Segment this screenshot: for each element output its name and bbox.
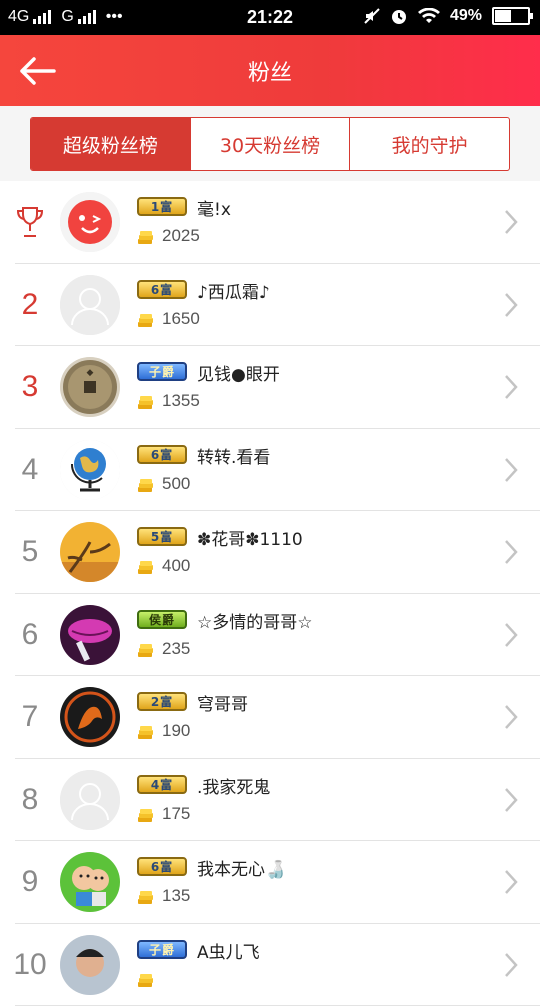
coin-icon xyxy=(137,807,155,823)
coin-icon xyxy=(137,889,155,905)
level-badge: 4富 xyxy=(137,775,187,794)
alarm-icon xyxy=(390,7,408,25)
wifi-icon xyxy=(418,8,440,24)
level-badge: 6富 xyxy=(137,280,187,299)
chevron-right-icon xyxy=(504,539,518,565)
chevron-right-icon xyxy=(504,869,518,895)
fan-name: A虫儿飞 xyxy=(197,938,260,963)
fan-score: 235 xyxy=(162,639,190,659)
fan-row[interactable]: 72富穹哥哥190 xyxy=(15,676,540,759)
svg-text:◆: ◆ xyxy=(87,368,94,378)
rank: 5 xyxy=(0,511,60,593)
fan-score: 1650 xyxy=(162,309,200,329)
coin-icon xyxy=(137,972,155,988)
battery-icon xyxy=(492,7,530,25)
fan-row[interactable]: 6侯爵☆多情的哥哥☆235 xyxy=(15,594,540,677)
coin-icon xyxy=(137,477,155,493)
fan-name: 毫!x xyxy=(197,195,231,220)
coin-icon xyxy=(137,394,155,410)
tab-super-fans[interactable]: 超级粉丝榜 xyxy=(31,118,190,170)
battery-percent: 49% xyxy=(450,7,482,25)
fan-name: 我本无心🍶 xyxy=(197,855,286,880)
fan-row[interactable]: 96富我本无心🍶135 xyxy=(15,841,540,924)
avatar[interactable] xyxy=(60,935,120,995)
status-right: 49% xyxy=(364,7,530,25)
fan-score: 500 xyxy=(162,474,190,494)
chevron-right-icon xyxy=(504,704,518,730)
chevron-right-icon xyxy=(504,292,518,318)
fan-name: 穹哥哥 xyxy=(197,690,248,715)
avatar[interactable] xyxy=(60,852,120,912)
tab-bar: 超级粉丝榜 30天粉丝榜 我的守护 xyxy=(0,106,540,181)
level-badge: 6富 xyxy=(137,857,187,876)
fan-score: 2025 xyxy=(162,226,200,246)
rank: 10 xyxy=(0,924,60,1006)
level-badge: 子爵 xyxy=(137,940,187,959)
coin-icon xyxy=(137,229,155,245)
tab-30-day-fans[interactable]: 30天粉丝榜 xyxy=(190,118,350,170)
status-bar: 4G G ••• 21:22 49% xyxy=(0,0,540,35)
fan-score: 175 xyxy=(162,804,190,824)
chevron-right-icon xyxy=(504,209,518,235)
rank: 8 xyxy=(0,759,60,841)
fan-name: ✽花哥✽1110 xyxy=(197,525,303,550)
rank: 9 xyxy=(0,841,60,923)
fan-name: 见钱●眼开 xyxy=(197,360,280,385)
rank: 6 xyxy=(0,594,60,676)
level-badge: 侯爵 xyxy=(137,610,187,629)
mute-icon xyxy=(364,8,380,24)
rank: 7 xyxy=(0,676,60,758)
avatar[interactable] xyxy=(60,522,120,582)
coin-icon xyxy=(137,724,155,740)
avatar[interactable] xyxy=(60,687,120,747)
rank: 3 xyxy=(0,346,60,428)
chevron-right-icon xyxy=(504,457,518,483)
avatar[interactable] xyxy=(60,605,120,665)
fan-list: 1富毫!x202526富♪西瓜霜♪16503◆子爵见钱●眼开135546富转转.… xyxy=(0,181,540,1006)
level-badge: 6富 xyxy=(137,445,187,464)
page-title: 粉丝 xyxy=(0,55,540,87)
fan-score: 1355 xyxy=(162,391,200,411)
fan-row[interactable]: 3◆子爵见钱●眼开1355 xyxy=(15,346,540,429)
trophy-icon xyxy=(15,205,45,239)
fan-score: 135 xyxy=(162,886,190,906)
chevron-right-icon xyxy=(504,622,518,648)
fan-name: 转转.看看 xyxy=(197,443,270,468)
avatar[interactable]: ◆ xyxy=(60,357,120,417)
rank: 4 xyxy=(0,429,60,511)
coin-icon xyxy=(137,559,155,575)
coin-icon xyxy=(137,312,155,328)
fan-score: 190 xyxy=(162,721,190,741)
chevron-right-icon xyxy=(504,952,518,978)
fan-row[interactable]: 84富.我家死鬼175 xyxy=(15,759,540,842)
tab-my-guardian[interactable]: 我的守护 xyxy=(349,118,509,170)
avatar[interactable] xyxy=(60,770,120,830)
fan-row[interactable]: 1富毫!x 2025 xyxy=(15,181,540,264)
fan-name: ☆多情的哥哥☆ xyxy=(197,608,312,633)
level-badge: 1富 xyxy=(137,197,187,216)
fan-row[interactable]: 10子爵A虫儿飞 xyxy=(15,924,540,1006)
fan-name: .我家死鬼 xyxy=(197,773,270,798)
level-badge: 2富 xyxy=(137,692,187,711)
avatar[interactable] xyxy=(60,275,120,335)
chevron-right-icon xyxy=(504,787,518,813)
fan-name: ♪西瓜霜♪ xyxy=(197,278,270,303)
fan-row[interactable]: 55富✽花哥✽1110400 xyxy=(15,511,540,594)
fan-row[interactable]: 46富转转.看看500 xyxy=(15,429,540,512)
rank xyxy=(0,181,60,263)
coin-icon xyxy=(137,642,155,658)
fan-row[interactable]: 26富♪西瓜霜♪1650 xyxy=(15,264,540,347)
rank: 2 xyxy=(0,264,60,346)
header-bar: 粉丝 xyxy=(0,35,540,106)
avatar[interactable] xyxy=(60,440,120,500)
level-badge: 子爵 xyxy=(137,362,187,381)
chevron-right-icon xyxy=(504,374,518,400)
avatar[interactable] xyxy=(60,192,120,252)
level-badge: 5富 xyxy=(137,527,187,546)
battery-fill xyxy=(495,10,511,22)
tabs: 超级粉丝榜 30天粉丝榜 我的守护 xyxy=(30,117,510,171)
fan-score: 400 xyxy=(162,556,190,576)
